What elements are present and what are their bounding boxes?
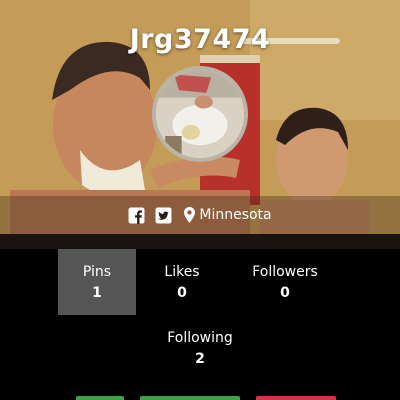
stat-label: Pins xyxy=(82,264,112,280)
stat-value: 1 xyxy=(92,285,102,301)
stat-pins[interactable]: Pins 1 xyxy=(58,249,136,315)
avatar-image xyxy=(156,70,244,158)
twitter-icon[interactable] xyxy=(155,207,172,224)
location: Minnesota xyxy=(184,207,272,223)
profile-username: Jrg37474 xyxy=(129,24,271,55)
location-text: Minnesota xyxy=(199,207,272,223)
action-button-partial[interactable] xyxy=(76,396,124,400)
avatar[interactable] xyxy=(152,66,248,162)
stat-label: Followers xyxy=(252,264,318,280)
stat-value: 2 xyxy=(195,351,205,367)
follow-button-partial[interactable] xyxy=(140,396,240,400)
cover-bottom-bar xyxy=(0,234,400,249)
stat-label: Following xyxy=(167,330,233,346)
stat-value: 0 xyxy=(177,285,187,301)
report-button-partial[interactable] xyxy=(256,396,336,400)
facebook-icon[interactable] xyxy=(128,207,145,224)
stat-label: Likes xyxy=(164,264,200,280)
stat-following[interactable]: Following 2 xyxy=(150,315,250,381)
social-links: Minnesota xyxy=(0,204,400,226)
stat-likes[interactable]: Likes 0 xyxy=(143,249,221,315)
profile-stats: Pins 1 Likes 0 Followers 0 Following 2 xyxy=(0,249,400,400)
stat-value: 0 xyxy=(280,285,290,301)
stat-followers[interactable]: Followers 0 xyxy=(235,249,335,315)
map-marker-icon xyxy=(184,207,196,223)
